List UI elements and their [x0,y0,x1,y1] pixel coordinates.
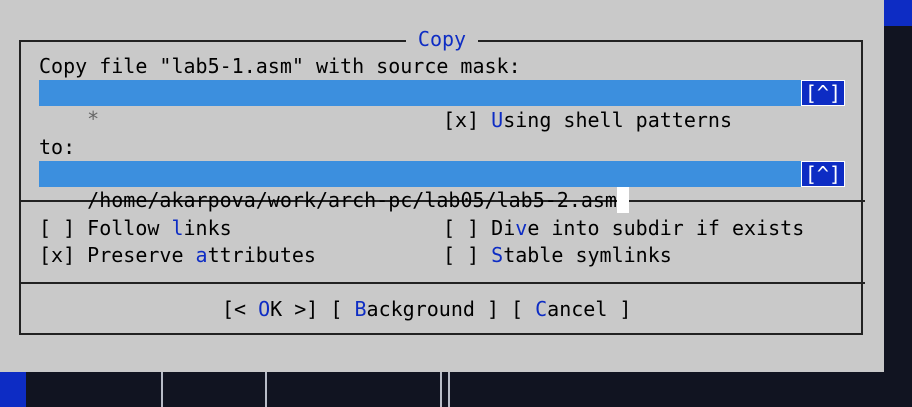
panel-divider [440,372,442,407]
destination-input[interactable]: /home/akarpova/work/arch-pc/lab05/lab5-2… [39,161,845,213]
hotkey: a [195,243,208,267]
hotkey: B [354,297,367,321]
checkbox-label: table symlinks [503,243,672,267]
checkbox-mark: [x] [443,108,492,132]
panel-divider [448,372,450,407]
hotkey: O [258,297,271,321]
hotkey: S [491,243,504,267]
checkbox-label: ttributes [207,243,316,267]
background-panel-right [884,0,912,407]
button-bracket: [< [222,297,259,321]
preserve-attributes-checkbox[interactable]: [x] Preserve attributes [39,242,316,268]
shell-patterns-checkbox[interactable]: [x] Using shell patterns [443,107,732,133]
button-bar: [< OK >] [ Background ] [ Cancel ] [222,296,631,322]
checkbox-label: sing shell patterns [503,108,732,132]
checkbox-mark: [x] [39,243,88,267]
background-button[interactable]: [ Background ] [330,297,499,321]
checkbox-label: Di [491,216,516,240]
hotkey: U [491,108,504,132]
background-panel-bottom [26,372,884,407]
button-bracket: [ [511,297,536,321]
background-panel-left [0,372,26,407]
checkbox-label: Preserve [87,243,196,267]
dive-into-subdir-checkbox[interactable]: [ ] Dive into subdir if exists [443,215,804,241]
button-label: K >] [270,297,319,321]
ok-button[interactable]: [< OK >] [222,297,318,321]
button-bracket: [ [330,297,355,321]
button-label: ackground ] [366,297,499,321]
copy-dialog: Copy Copy file "lab5-1.asm" with source … [0,0,884,372]
hotkey: C [535,297,548,321]
stable-symlinks-checkbox[interactable]: [ ] Stable symlinks [443,242,672,268]
checkbox-mark: [ ] [443,243,492,267]
destination-label: to: [39,135,76,159]
follow-links-checkbox[interactable]: [ ] Follow links [39,215,232,241]
source-history-button[interactable]: [^] [800,80,845,106]
button-label: ancel ] [547,297,632,321]
hotkey: l [171,216,184,240]
source-mask-value: * [87,107,100,131]
source-mask-input[interactable]: * [^] [39,80,845,131]
destination-value: /home/akarpova/work/arch-pc/lab05/lab5-2… [87,188,617,212]
source-mask-label: Copy file "lab5-1.asm" with source mask: [39,54,521,78]
checkbox-label: Follow [87,216,172,240]
checkbox-label: inks [183,216,232,240]
checkbox-mark: [ ] [39,216,88,240]
checkbox-mark: [ ] [443,216,492,240]
destination-history-button[interactable]: [^] [800,161,845,187]
panel-divider [265,372,267,407]
panel-divider [161,372,163,407]
checkbox-label: e into subdir if exists [527,216,805,240]
cancel-button[interactable]: [ Cancel ] [511,297,631,321]
separator [19,282,865,284]
hotkey: v [515,216,528,240]
text-cursor [616,187,629,213]
